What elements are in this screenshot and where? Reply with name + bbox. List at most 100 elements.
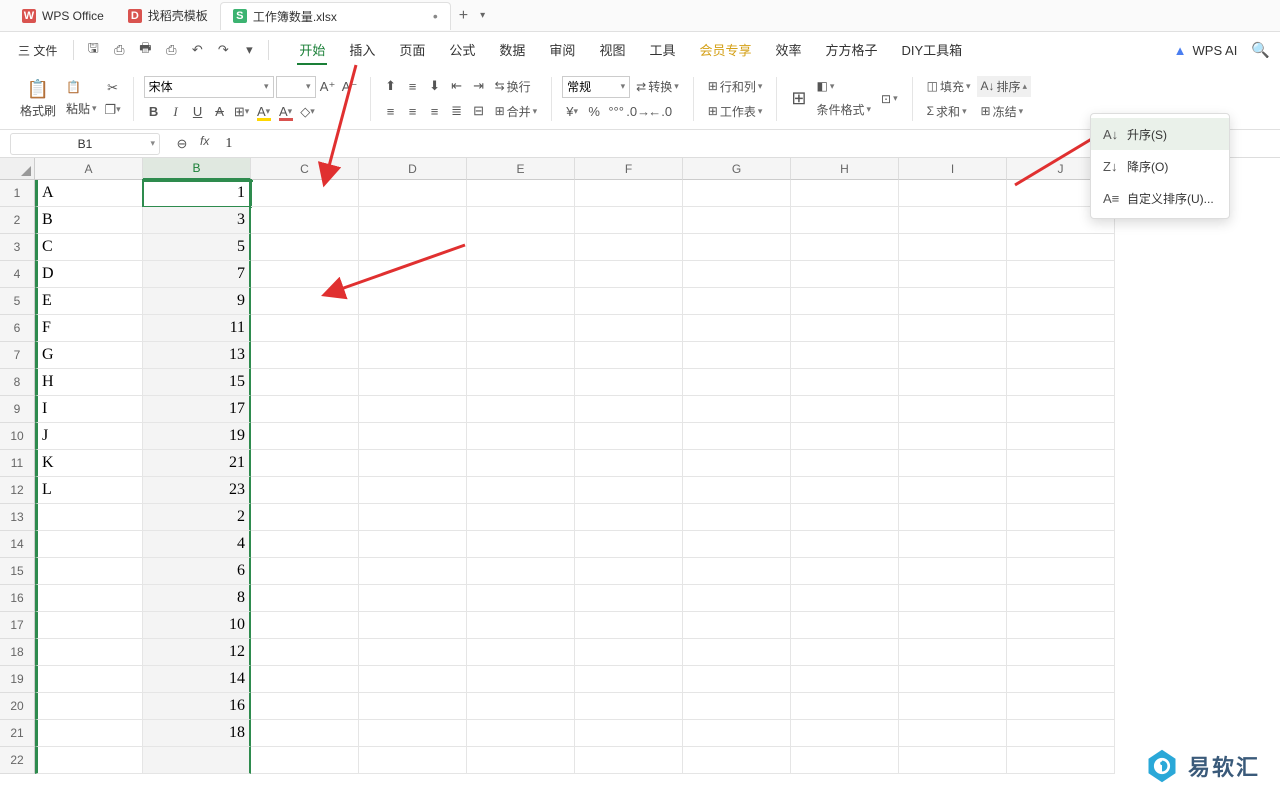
cell[interactable] (791, 423, 899, 450)
cell[interactable] (1007, 558, 1115, 585)
tab-template[interactable]: D 找稻壳模板 (116, 2, 220, 30)
cell[interactable] (575, 612, 683, 639)
cell[interactable] (35, 612, 143, 639)
convert-button[interactable]: ⇄转换▾ (632, 76, 683, 97)
cell[interactable] (467, 261, 575, 288)
cell[interactable] (251, 342, 359, 369)
cell[interactable] (683, 558, 791, 585)
cell[interactable] (1007, 315, 1115, 342)
column-header[interactable]: I (899, 158, 1007, 180)
cell[interactable] (575, 558, 683, 585)
align-right-icon[interactable]: ≡ (425, 101, 445, 121)
print-icon[interactable]: 🖶 (134, 39, 156, 61)
border-icon[interactable]: ⊞▾ (232, 102, 252, 122)
cell[interactable] (35, 693, 143, 720)
comma-icon[interactable]: °°° (606, 102, 626, 122)
cell[interactable] (1007, 396, 1115, 423)
cell[interactable] (1007, 261, 1115, 288)
cell[interactable] (467, 504, 575, 531)
cell[interactable] (251, 396, 359, 423)
cell[interactable] (575, 315, 683, 342)
cell[interactable] (1007, 693, 1115, 720)
cell[interactable] (35, 720, 143, 747)
currency-icon[interactable]: ¥▾ (562, 102, 582, 122)
wps-ai-button[interactable]: ▲ WPS AI (1174, 43, 1238, 58)
number-format-select[interactable]: 常规▾ (562, 76, 630, 98)
row-header[interactable]: 22 (0, 747, 35, 774)
row-header[interactable]: 8 (0, 369, 35, 396)
cell[interactable] (683, 396, 791, 423)
cell[interactable] (575, 180, 683, 207)
row-header[interactable]: 17 (0, 612, 35, 639)
cell[interactable] (1007, 639, 1115, 666)
tab-insert[interactable]: 插入 (347, 36, 377, 65)
cell[interactable] (683, 369, 791, 396)
tab-review[interactable]: 审阅 (547, 36, 577, 65)
cell[interactable] (575, 639, 683, 666)
align-top-icon[interactable]: ⬆ (381, 76, 401, 96)
cell[interactable] (251, 720, 359, 747)
cell[interactable] (1007, 666, 1115, 693)
cell[interactable] (1007, 612, 1115, 639)
distribute-icon[interactable]: ⊟ (469, 101, 489, 121)
cell[interactable]: 7 (143, 261, 251, 288)
cell[interactable] (251, 234, 359, 261)
merge-button[interactable]: ⊞合并▾ (491, 101, 542, 122)
bold-icon[interactable]: B (144, 102, 164, 122)
cell[interactable]: F (35, 315, 143, 342)
file-menu[interactable]: 三 文件 (10, 38, 65, 63)
cell[interactable] (899, 423, 1007, 450)
cell[interactable] (575, 342, 683, 369)
cell[interactable] (683, 612, 791, 639)
cell[interactable] (1007, 342, 1115, 369)
cell[interactable]: 10 (143, 612, 251, 639)
cell[interactable] (35, 639, 143, 666)
cell[interactable]: 18 (143, 720, 251, 747)
cell[interactable] (575, 666, 683, 693)
column-header[interactable]: G (683, 158, 791, 180)
table-style-button[interactable]: ⊞ (787, 86, 810, 111)
cell[interactable] (467, 342, 575, 369)
sort-desc-item[interactable]: Z↓降序(O) (1091, 150, 1229, 182)
strike-icon[interactable]: A (210, 102, 230, 122)
cell[interactable]: 9 (143, 288, 251, 315)
cut-icon[interactable]: ✂ (103, 78, 123, 98)
cell[interactable] (575, 261, 683, 288)
cell[interactable] (683, 666, 791, 693)
cell[interactable]: A (35, 180, 143, 207)
cell[interactable] (683, 477, 791, 504)
cell[interactable] (35, 666, 143, 693)
cell[interactable] (575, 720, 683, 747)
worksheet-button[interactable]: ⊞工作表▾ (704, 101, 767, 122)
cell[interactable] (791, 180, 899, 207)
paste-dropdown[interactable]: 粘贴▾ (62, 98, 101, 119)
wrap-text-button[interactable]: ⇆换行 (491, 76, 535, 97)
cell[interactable] (251, 450, 359, 477)
cell[interactable] (575, 423, 683, 450)
cell[interactable] (899, 504, 1007, 531)
cell[interactable] (359, 531, 467, 558)
cell[interactable] (575, 531, 683, 558)
format-painter-button[interactable]: 📋格式刷 (16, 77, 60, 121)
cell[interactable] (467, 207, 575, 234)
column-header[interactable]: C (251, 158, 359, 180)
cell[interactable] (575, 450, 683, 477)
cell[interactable] (251, 180, 359, 207)
undo-icon[interactable]: ↶ (186, 39, 208, 61)
cell[interactable] (251, 261, 359, 288)
row-col-button[interactable]: ⊞行和列▾ (704, 76, 767, 97)
cell[interactable] (899, 261, 1007, 288)
cell[interactable] (683, 180, 791, 207)
cell[interactable] (683, 720, 791, 747)
cell[interactable] (467, 585, 575, 612)
cell[interactable] (791, 207, 899, 234)
cell[interactable] (359, 639, 467, 666)
cell[interactable] (899, 693, 1007, 720)
cell[interactable] (359, 612, 467, 639)
format-button[interactable]: ⊡▾ (877, 90, 902, 108)
cell[interactable] (683, 639, 791, 666)
cell[interactable] (251, 639, 359, 666)
row-header[interactable]: 19 (0, 666, 35, 693)
cell[interactable] (359, 288, 467, 315)
cell[interactable] (791, 396, 899, 423)
